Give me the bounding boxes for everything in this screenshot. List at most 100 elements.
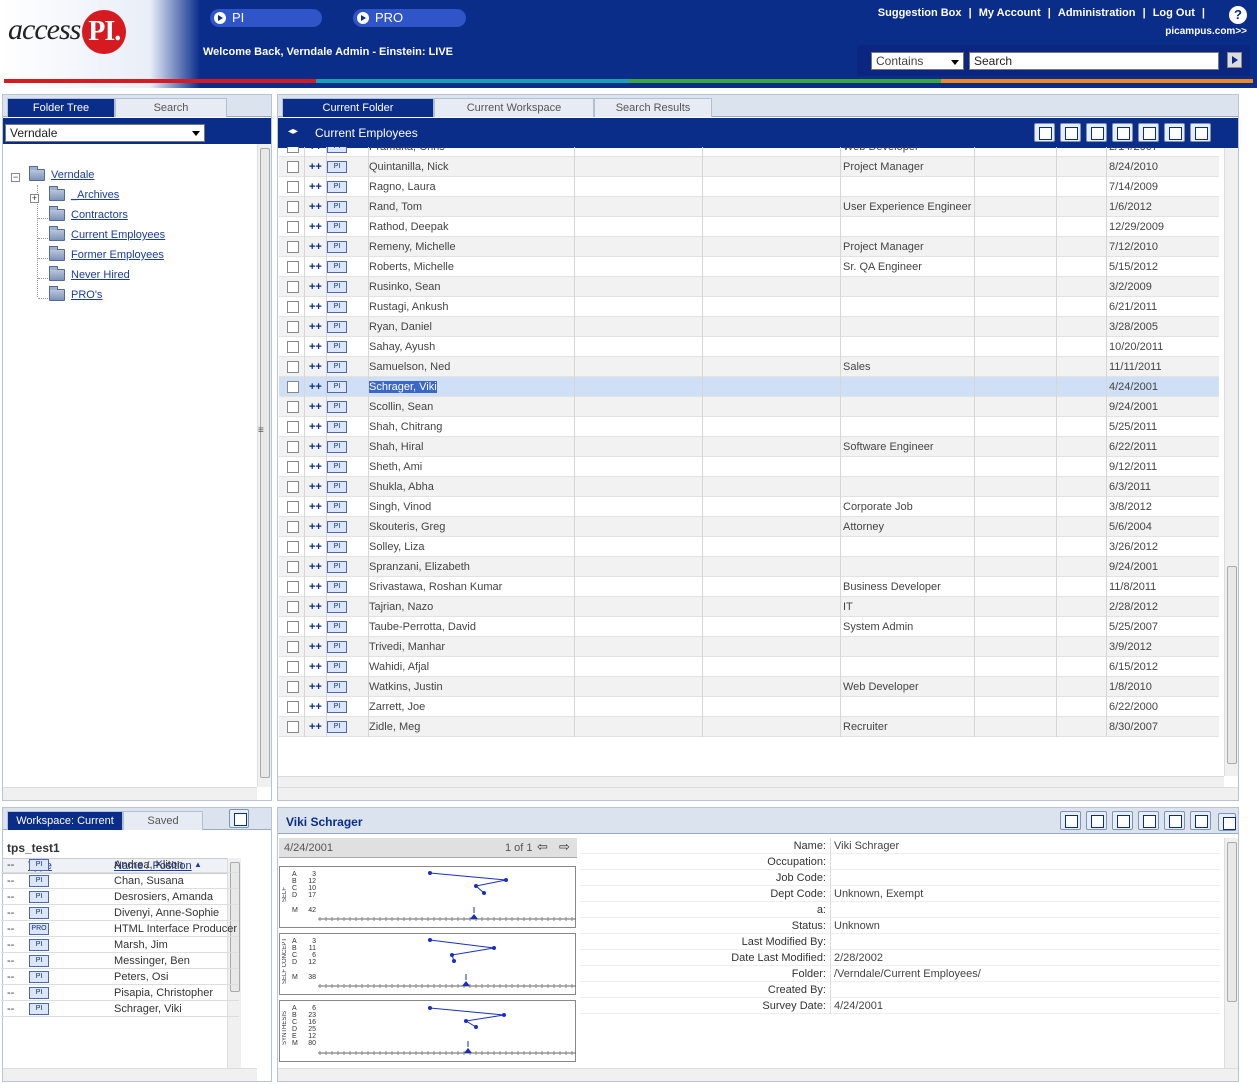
grid-row[interactable]: ++ PI Scollin, Sean 9/24/2001 bbox=[279, 397, 1219, 417]
pi-badge-icon[interactable]: PI bbox=[327, 361, 347, 374]
employee-name[interactable]: Skouteris, Greg bbox=[369, 521, 445, 533]
workspace-row[interactable]: -- PI Andrea, Kliton bbox=[1, 857, 239, 873]
row-checkbox[interactable] bbox=[287, 381, 299, 393]
grid-row[interactable]: ++ PI Spranzani, Elizabeth 9/24/2001 bbox=[279, 557, 1219, 577]
expand-icon[interactable]: + bbox=[30, 194, 39, 203]
folder-root-select[interactable]: Verndale bbox=[5, 124, 205, 142]
folder-current-employees[interactable]: Current Employees bbox=[49, 226, 165, 247]
pi-badge-icon[interactable]: PI bbox=[327, 381, 347, 394]
add-icon[interactable]: ++ bbox=[305, 457, 327, 477]
pi-badge-icon[interactable]: PI bbox=[327, 281, 347, 294]
pi-badge-icon[interactable]: PI bbox=[327, 701, 347, 714]
log-out-link[interactable]: Log Out bbox=[1153, 7, 1195, 19]
grid-row[interactable]: ++ PI Zarrett, Joe 6/22/2000 bbox=[279, 697, 1219, 717]
employee-name[interactable]: Ragno, Laura bbox=[369, 181, 436, 193]
employee-name[interactable]: Schrager, Viki bbox=[369, 381, 437, 393]
employee-name[interactable]: Singh, Vinod bbox=[369, 501, 431, 513]
row-checkbox[interactable] bbox=[287, 181, 299, 193]
grid-row[interactable]: ++ PI Solley, Liza 3/26/2012 bbox=[279, 537, 1219, 557]
grid-row[interactable]: ++ PI Rustagi, Ankush 6/21/2011 bbox=[279, 297, 1219, 317]
workspace-row[interactable]: -- PI Marsh, Jim bbox=[1, 937, 239, 953]
employee-name[interactable]: Shah, Hiral bbox=[369, 441, 423, 453]
employee-name[interactable]: Watkins, Justin bbox=[369, 681, 443, 693]
accesspi-logo[interactable]: access PI. bbox=[8, 10, 127, 54]
pi-badge-icon[interactable]: PI bbox=[327, 581, 347, 594]
tab-current-folder[interactable]: Current Folder bbox=[282, 98, 434, 117]
copy-icon[interactable] bbox=[1138, 123, 1159, 142]
prev-arrow-icon[interactable]: ⇦ bbox=[537, 839, 548, 855]
employee-name[interactable]: Shukla, Abha bbox=[369, 481, 434, 493]
add-icon[interactable]: ++ bbox=[305, 677, 327, 697]
row-checkbox[interactable] bbox=[287, 361, 299, 373]
row-checkbox[interactable] bbox=[287, 341, 299, 353]
document-icon[interactable] bbox=[1112, 123, 1133, 142]
export-icon[interactable] bbox=[1164, 123, 1185, 142]
pi-badge-icon[interactable]: PI bbox=[327, 521, 347, 534]
grid-row[interactable]: ++ PI Shukla, Abha 6/3/2011 bbox=[279, 477, 1219, 497]
add-icon[interactable]: ++ bbox=[305, 517, 327, 537]
type-badge-icon[interactable]: PI bbox=[29, 939, 49, 951]
next-arrow-icon[interactable]: ⇨ bbox=[559, 839, 570, 855]
type-badge-icon[interactable]: PI bbox=[29, 971, 49, 983]
add-icon[interactable]: ++ bbox=[305, 237, 327, 257]
picampus-link[interactable]: picampus.com>> bbox=[1165, 26, 1247, 37]
folder-tree-scrollbar[interactable] bbox=[257, 144, 271, 787]
pi-badge-icon[interactable]: PI bbox=[327, 201, 347, 214]
detail-scrollbar[interactable] bbox=[1224, 838, 1238, 1070]
row-checkbox[interactable] bbox=[287, 421, 299, 433]
grid-row[interactable]: ++ PI Taube-Perrotta, David System Admin 5/2… bbox=[279, 617, 1219, 637]
grid-row[interactable]: ++ PI Ryan, Daniel 3/28/2005 bbox=[279, 317, 1219, 337]
row-checkbox[interactable] bbox=[287, 321, 299, 333]
tab-saved[interactable]: Saved bbox=[123, 811, 203, 830]
grid-row[interactable]: ++ PI Rathod, Deepak 12/29/2009 bbox=[279, 217, 1219, 237]
pi-badge-icon[interactable]: PI bbox=[327, 421, 347, 434]
pi-badge-icon[interactable]: PI bbox=[327, 461, 347, 474]
grid-row[interactable]: ++ PI Roberts, Michelle Sr. QA Engineer 5/15… bbox=[279, 257, 1219, 277]
pi-badge-icon[interactable]: PI bbox=[327, 181, 347, 194]
email-icon[interactable] bbox=[1138, 811, 1159, 830]
pi-badge-icon[interactable]: PI bbox=[327, 541, 347, 554]
add-icon[interactable]: ++ bbox=[305, 397, 327, 417]
grid-row[interactable]: ++ PI Zidle, Meg Recruiter 8/30/2007 bbox=[279, 717, 1219, 737]
pi-badge-icon[interactable]: PI bbox=[327, 321, 347, 334]
add-icon[interactable]: ++ bbox=[305, 297, 327, 317]
row-checkbox[interactable] bbox=[287, 461, 299, 473]
folder-never-hired[interactable]: Never Hired bbox=[49, 266, 130, 287]
workspace-row[interactable]: -- PI Desrosiers, Amanda bbox=[1, 889, 239, 905]
employee-name[interactable]: Zidle, Meg bbox=[369, 721, 420, 733]
save-icon[interactable] bbox=[1164, 811, 1185, 830]
print-icon[interactable] bbox=[1086, 811, 1107, 830]
nav-pro-button[interactable]: PRO bbox=[353, 9, 466, 27]
pi-badge-icon[interactable]: PI bbox=[327, 261, 347, 274]
employee-name[interactable]: Ryan, Daniel bbox=[369, 321, 432, 333]
grid-row[interactable]: ++ PI Tajrian, Nazo IT 2/28/2012 bbox=[279, 597, 1219, 617]
workspace-row[interactable]: -- PRO HTML Interface Producer bbox=[1, 921, 239, 937]
row-checkbox[interactable] bbox=[287, 261, 299, 273]
folder-contractors[interactable]: Contractors bbox=[49, 206, 128, 227]
pi-badge-icon[interactable]: PI bbox=[327, 641, 347, 654]
add-icon[interactable]: ++ bbox=[305, 417, 327, 437]
compare-icon[interactable] bbox=[1060, 811, 1081, 830]
pi-badge-icon[interactable]: PI bbox=[327, 341, 347, 354]
employee-name[interactable]: Roberts, Michelle bbox=[369, 261, 454, 273]
row-checkbox[interactable] bbox=[287, 441, 299, 453]
grid-row[interactable]: ++ PI Srivastawa, Roshan Kumar Business Dev… bbox=[279, 577, 1219, 597]
employee-name[interactable]: Spranzani, Elizabeth bbox=[369, 561, 470, 573]
employee-name[interactable]: Taube-Perrotta, David bbox=[369, 621, 476, 633]
workspace-item-name[interactable]: Divenyi, Anne-Sophie bbox=[114, 905, 219, 921]
grid-row[interactable]: ++ PI Ragno, Laura 7/14/2009 bbox=[279, 177, 1219, 197]
workspace-row[interactable]: -- PI Peters, Osi bbox=[1, 969, 239, 985]
row-checkbox[interactable] bbox=[287, 281, 299, 293]
employee-name[interactable]: Srivastawa, Roshan Kumar bbox=[369, 581, 502, 593]
row-checkbox[interactable] bbox=[287, 481, 299, 493]
email-icon[interactable] bbox=[1060, 123, 1081, 142]
row-checkbox[interactable] bbox=[287, 721, 299, 733]
grid-row[interactable]: ++ PI Sheth, Ami 9/12/2011 bbox=[279, 457, 1219, 477]
grid-row[interactable]: ++ PI Shah, Hiral Software Engineer 6/22/201… bbox=[279, 437, 1219, 457]
add-icon[interactable]: ++ bbox=[305, 717, 327, 737]
row-checkbox[interactable] bbox=[287, 501, 299, 513]
add-icon[interactable]: ++ bbox=[305, 437, 327, 457]
pi-badge-icon[interactable]: PI bbox=[327, 681, 347, 694]
pi-badge-icon[interactable]: PI bbox=[327, 601, 347, 614]
folder-former-employees[interactable]: Former Employees bbox=[49, 246, 164, 267]
